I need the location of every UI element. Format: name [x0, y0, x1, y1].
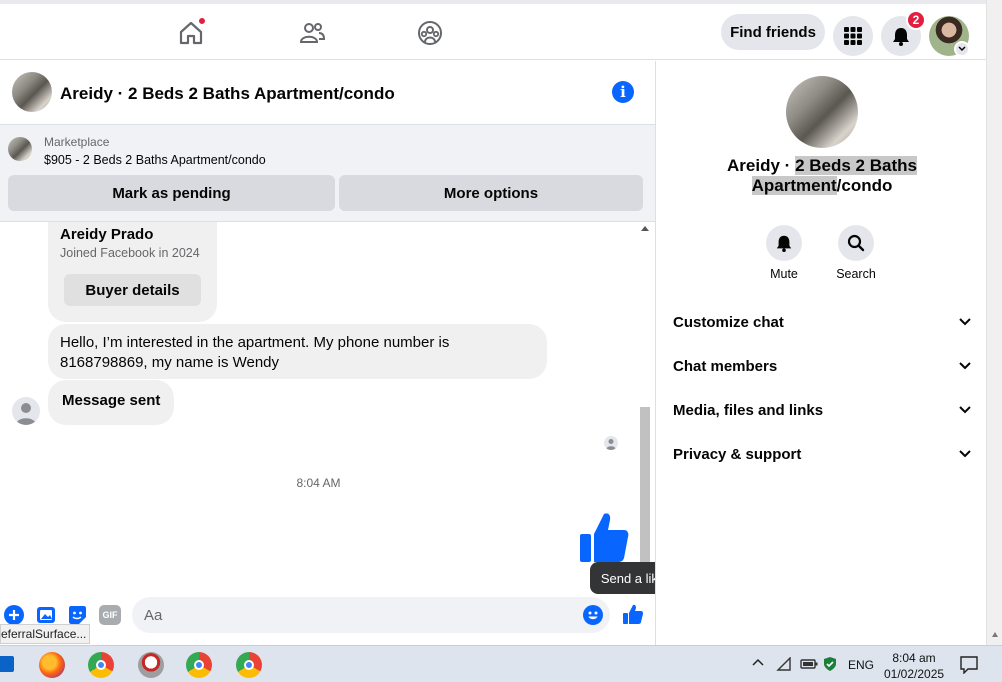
clock-date: 01/02/2025 [884, 667, 945, 681]
photo-icon[interactable] [36, 605, 57, 625]
battery-icon[interactable] [800, 658, 818, 670]
wifi-icon[interactable] [776, 657, 792, 671]
page-scrollbar[interactable] [986, 0, 1002, 645]
notification-count-badge: 2 [906, 10, 926, 30]
chevron-down-icon [959, 318, 971, 326]
buyer-details-button[interactable]: Buyer details [64, 274, 201, 306]
browser-status-url: eferralSurface... [0, 624, 90, 644]
bell-icon[interactable] [766, 225, 802, 261]
chat-details-panel: Areidy · 2 Beds 2 Baths Apartment/condo M… [655, 61, 986, 645]
marketplace-listing-bar: Marketplace $905 - 2 Beds 2 Baths Apartm… [0, 125, 655, 222]
security-shield-icon[interactable] [822, 656, 838, 672]
section-label: Customize chat [673, 313, 784, 331]
top-navigation-bar: Find friends 2 [0, 0, 986, 60]
section-customize-chat[interactable]: Customize chat [673, 310, 971, 334]
app-icon[interactable] [138, 652, 164, 678]
status-bubble[interactable]: Message sent [48, 380, 175, 425]
message-scrollbar[interactable] [637, 222, 653, 597]
message-timestamp: 8:04 AM [296, 476, 341, 490]
section-privacy-support[interactable]: Privacy & support [673, 442, 971, 466]
read-receipt-avatar [604, 436, 618, 450]
marketplace-label: Marketplace [44, 135, 110, 149]
sticker-icon[interactable] [67, 605, 88, 625]
message-composer: GIF Aa [0, 597, 655, 645]
section-chat-members[interactable]: Chat members [673, 354, 971, 378]
mark-as-pending-button[interactable]: Mark as pending [8, 175, 335, 211]
sent-like-icon [578, 510, 630, 564]
mute-label: Mute [770, 267, 798, 281]
plus-icon[interactable] [4, 605, 24, 625]
home-notification-dot [198, 17, 206, 25]
sender-avatar[interactable] [12, 397, 40, 425]
friends-icon[interactable] [297, 18, 327, 48]
groups-icon[interactable] [415, 18, 445, 48]
chrome-profile-icon[interactable] [236, 652, 262, 678]
gif-icon[interactable]: GIF [99, 605, 121, 625]
chrome-profile-icon[interactable] [186, 652, 212, 678]
emoji-icon[interactable] [583, 605, 603, 625]
listing-thumbnail[interactable] [12, 72, 52, 112]
message-input-placeholder: Aa [144, 606, 163, 624]
chevron-down-icon[interactable] [954, 41, 970, 57]
find-friends-button[interactable]: Find friends [721, 14, 825, 50]
search-button[interactable]: Search [826, 225, 886, 281]
section-label: Chat members [673, 357, 778, 375]
panel-listing-thumbnail[interactable] [786, 76, 858, 148]
info-icon[interactable]: i [612, 81, 634, 103]
chevron-down-icon [959, 450, 971, 458]
mute-button[interactable]: Mute [754, 225, 814, 281]
section-media-files-links[interactable]: Media, files and links [673, 398, 971, 422]
seller-name[interactable]: Areidy Prado [60, 226, 153, 243]
section-label: Media, files and links [673, 401, 824, 419]
panel-title-part: /condo [836, 176, 893, 195]
firefox-icon[interactable] [39, 652, 65, 678]
windows-taskbar: ENG 8:04 am 01/02/2025 [0, 645, 1002, 682]
panel-title-highlight: 2 Beds 2 Baths [795, 156, 917, 175]
panel-title: Areidy · 2 Beds 2 Baths Apartment/condo [676, 156, 968, 196]
panel-title-part: Areidy · [727, 156, 796, 175]
chevron-down-icon [959, 362, 971, 370]
message-input[interactable]: Aa [132, 597, 610, 633]
scrollbar-thumb[interactable] [640, 407, 650, 577]
message-list: Areidy Prado Joined Facebook in 2024 Buy… [0, 222, 637, 597]
marketplace-thumbnail[interactable] [8, 137, 32, 161]
like-button-icon[interactable] [622, 603, 644, 625]
search-icon[interactable] [838, 225, 874, 261]
seller-joined: Joined Facebook in 2024 [60, 246, 200, 260]
seller-profile-card: Areidy Prado Joined Facebook in 2024 Buy… [48, 222, 217, 322]
clock[interactable]: 8:04 am 01/02/2025 [884, 650, 944, 682]
mail-icon[interactable] [0, 656, 14, 672]
chrome-icon[interactable] [88, 652, 114, 678]
clock-time: 8:04 am [892, 651, 936, 665]
search-label: Search [836, 267, 876, 281]
chevron-down-icon [959, 406, 971, 414]
panel-title-highlight: Apartment [751, 176, 837, 195]
chevron-up-icon[interactable] [752, 658, 764, 666]
language-indicator[interactable]: ENG [848, 658, 874, 672]
apps-grid-icon[interactable] [833, 16, 873, 56]
section-label: Privacy & support [673, 445, 802, 463]
more-options-button[interactable]: More options [339, 175, 643, 211]
chat-header: Areidy · 2 Beds 2 Baths Apartment/condo … [0, 61, 655, 125]
marketplace-item-title[interactable]: $905 - 2 Beds 2 Baths Apartment/condo [44, 153, 266, 167]
chat-title[interactable]: Areidy · 2 Beds 2 Baths Apartment/condo [60, 84, 395, 104]
notification-center-icon[interactable] [960, 656, 978, 674]
message-bubble[interactable]: Hello, I’m interested in the apartment. … [48, 324, 547, 379]
